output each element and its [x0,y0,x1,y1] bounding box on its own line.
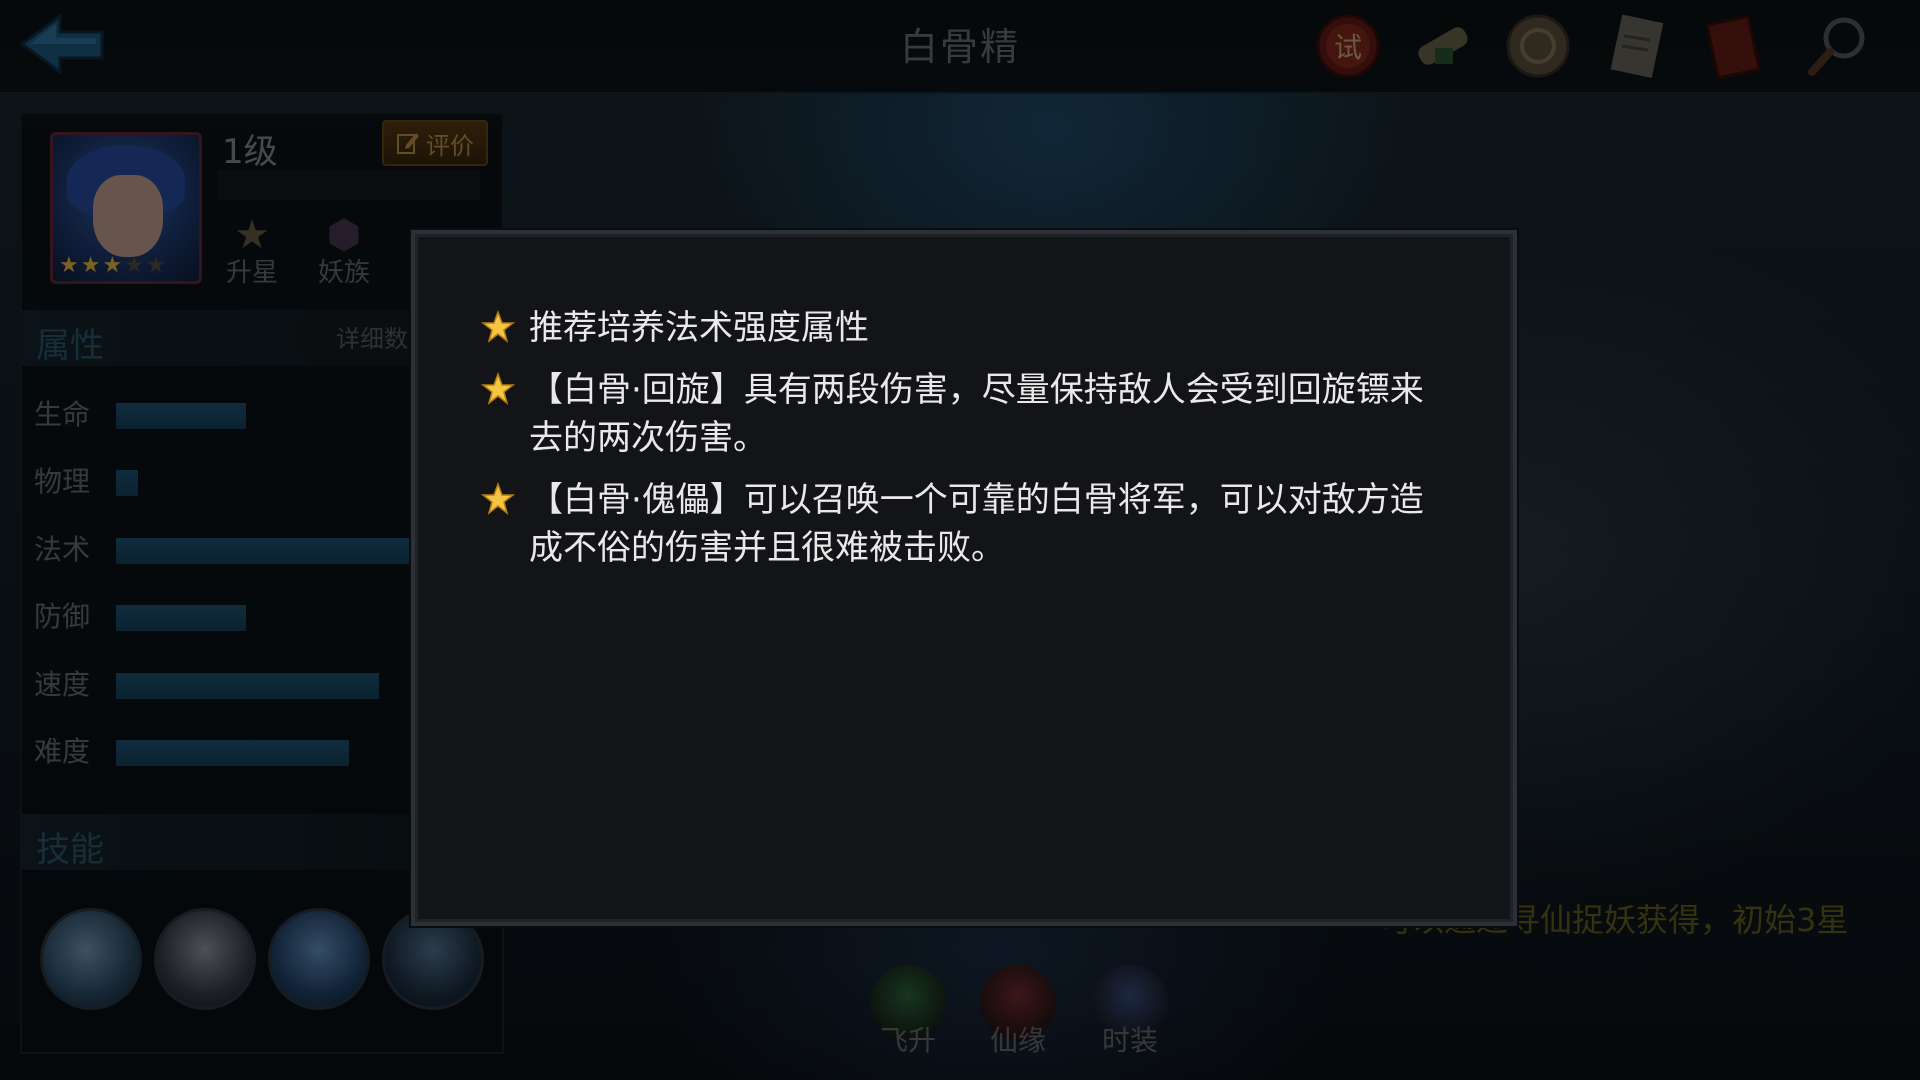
tip-item: 推荐培养法术强度属性 [481,304,1441,352]
star-bullet-icon [481,310,515,343]
tip-text: 【白骨·回旋】具有两段伤害，尽量保持敌人会受到回旋镖来去的两次伤害。 [529,370,1424,458]
tip-item: 【白骨·傀儡】可以召唤一个可靠的白骨将军，可以对敌方造成不俗的伤害并且很难被击败… [481,476,1441,572]
tip-text: 【白骨·傀儡】可以召唤一个可靠的白骨将军，可以对敌方造成不俗的伤害并且很难被击败… [529,480,1424,568]
star-bullet-icon [481,372,515,405]
tips-dialog: 推荐培养法术强度属性 【白骨·回旋】具有两段伤害，尽量保持敌人会受到回旋镖来去的… [411,230,1517,926]
tip-text: 推荐培养法术强度属性 [529,308,869,348]
tip-item: 【白骨·回旋】具有两段伤害，尽量保持敌人会受到回旋镖来去的两次伤害。 [481,366,1441,462]
star-bullet-icon [481,482,515,515]
